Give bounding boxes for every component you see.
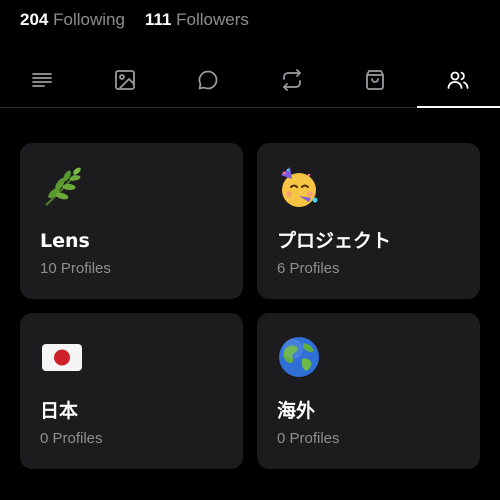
tab-replies[interactable]	[167, 52, 250, 107]
text-lines-icon	[31, 72, 52, 87]
list-name: 日本	[40, 400, 79, 422]
profile-stats: 204 Following 111 Followers	[20, 9, 249, 31]
list-card-overseas[interactable]: 海外 0 Profiles	[257, 313, 480, 469]
list-card-lens[interactable]: Lens 10 Profiles	[20, 143, 243, 299]
tab-media[interactable]	[83, 52, 166, 107]
tab-posts[interactable]	[0, 52, 83, 107]
herb-icon	[40, 165, 84, 209]
followers-label: Followers	[176, 10, 249, 29]
tab-lists[interactable]	[416, 52, 500, 108]
following-label: Following	[53, 10, 125, 29]
image-icon	[115, 69, 135, 90]
party-face-icon	[277, 165, 321, 209]
list-profile-count: 10 Profiles	[40, 260, 111, 277]
list-name: プロジェクト	[277, 230, 392, 252]
list-name: 海外	[277, 400, 316, 422]
list-card-project[interactable]: プロジェクト 6 Profiles	[257, 143, 480, 299]
list-profile-count: 0 Profiles	[277, 430, 340, 447]
globe-icon	[277, 335, 321, 379]
list-profile-count: 0 Profiles	[40, 430, 103, 447]
tab-shop[interactable]	[333, 52, 416, 107]
repost-icon	[282, 68, 301, 91]
tab-reposts[interactable]	[250, 52, 333, 107]
followers-stat[interactable]: 111 Followers	[145, 9, 249, 31]
list-profile-count: 6 Profiles	[277, 260, 340, 277]
list-card-japan[interactable]: 日本 0 Profiles	[20, 313, 243, 469]
japan-flag-icon	[40, 335, 84, 379]
following-count: 204	[20, 10, 49, 29]
list-name: Lens	[40, 230, 90, 252]
followers-count: 111	[144, 10, 172, 29]
people-icon	[447, 71, 469, 89]
lists-grid: Lens 10 Profiles プロジェクト 6 Profiles 日本 0 …	[20, 143, 480, 469]
following-stat[interactable]: 204 Following	[20, 9, 125, 31]
shopping-bag-icon	[366, 69, 384, 90]
profile-tab-bar	[0, 52, 500, 108]
comment-icon	[198, 70, 218, 89]
